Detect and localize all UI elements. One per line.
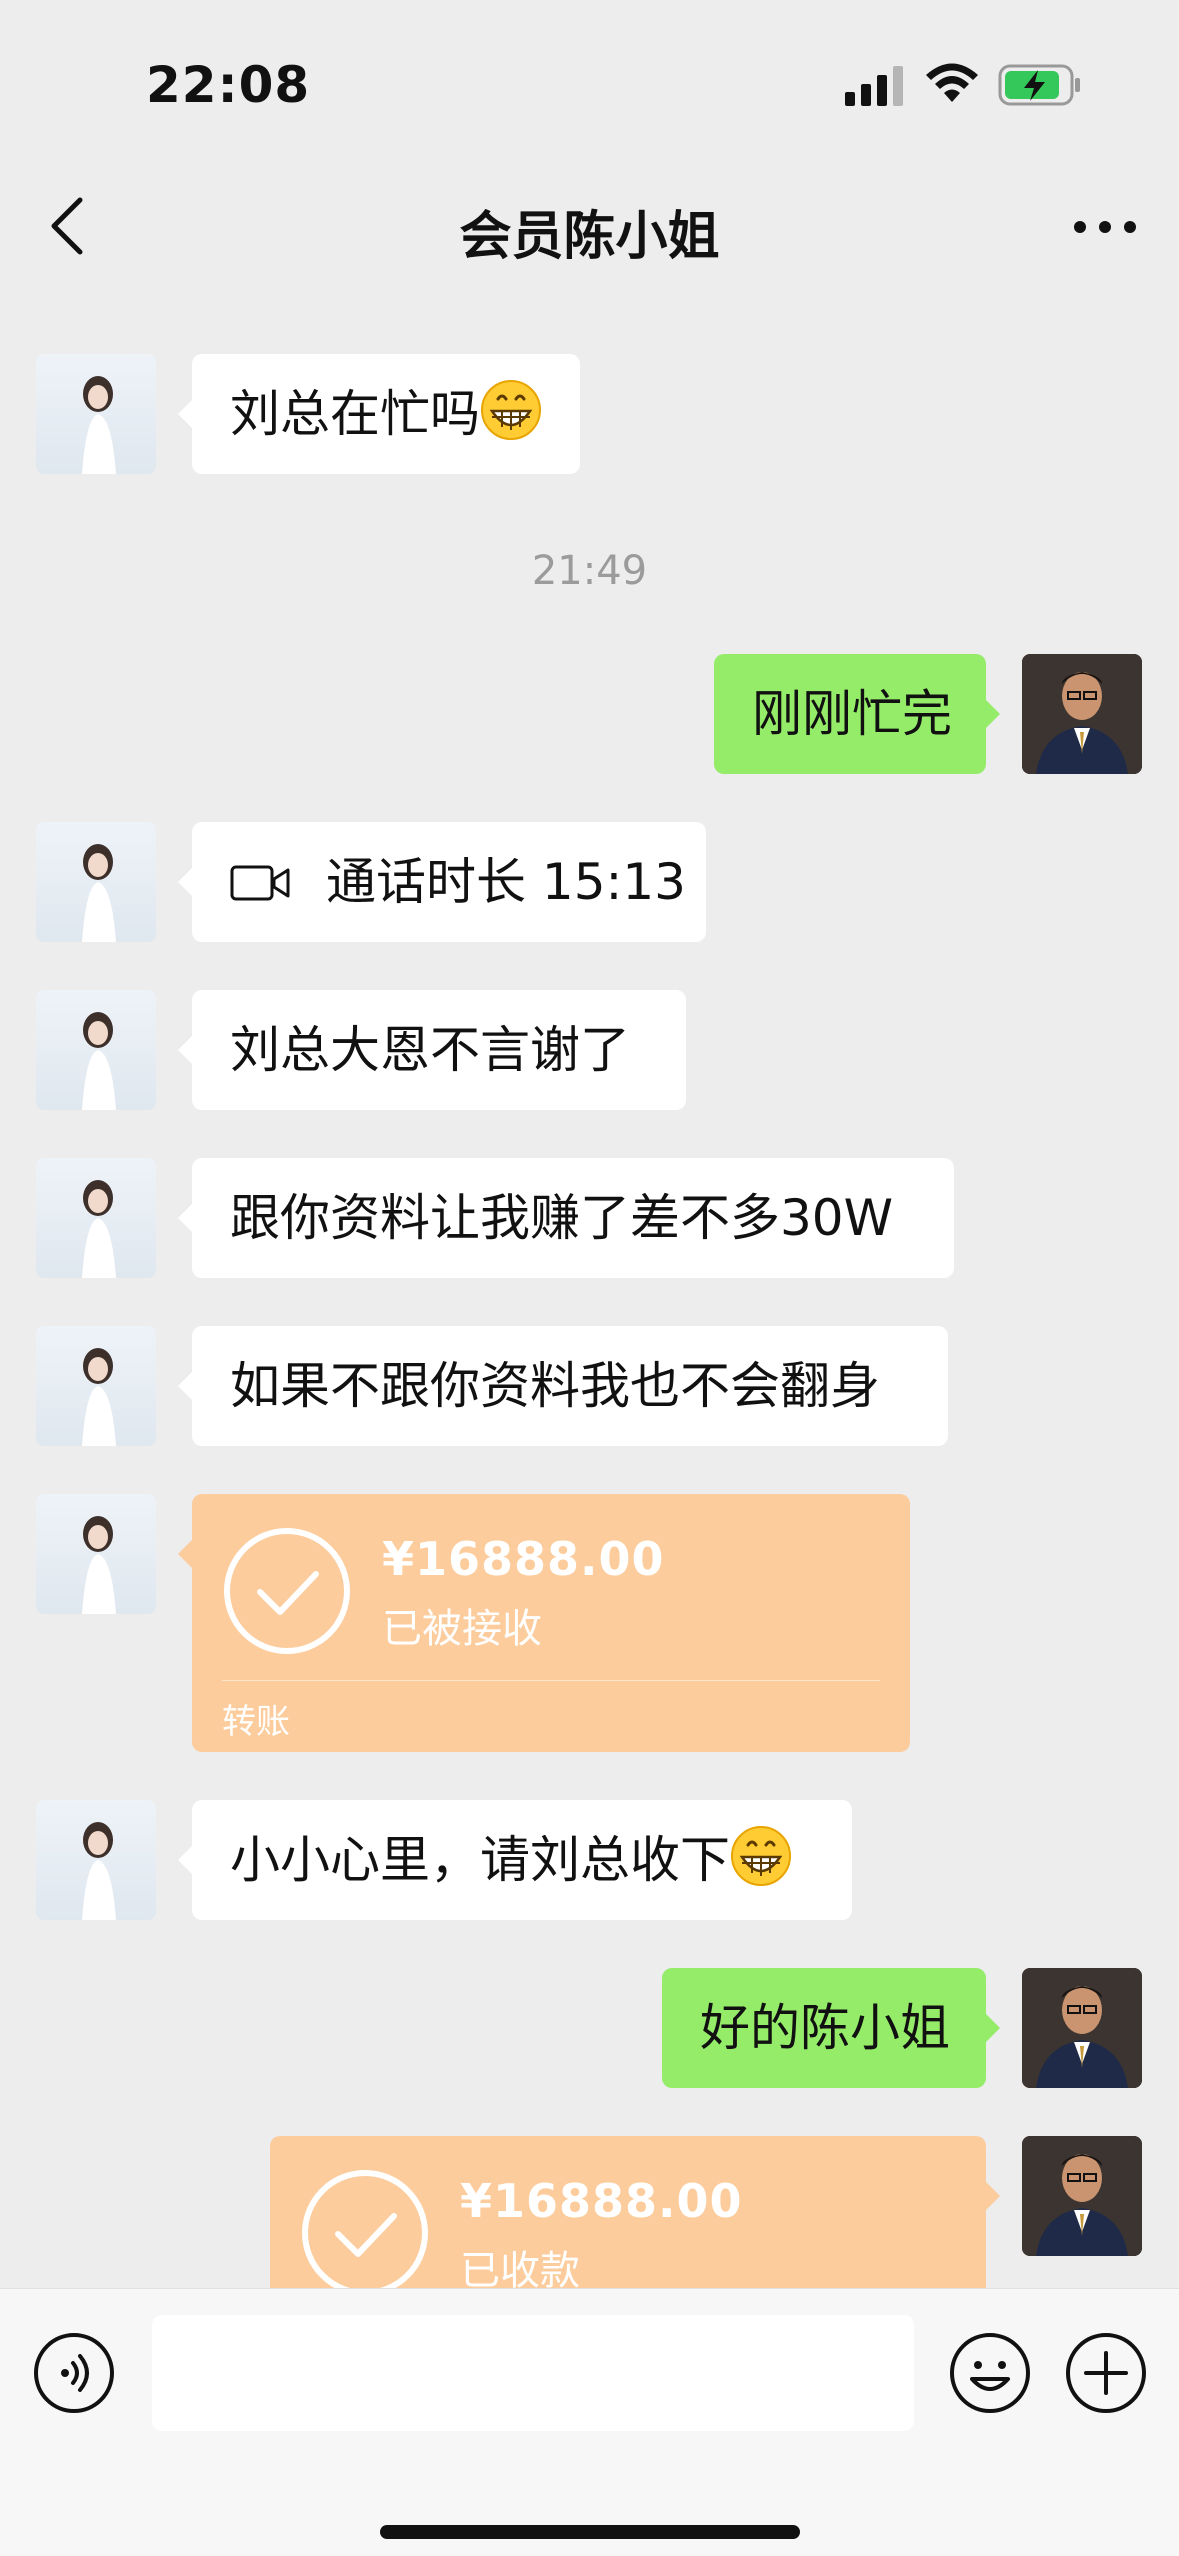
contact-avatar[interactable] bbox=[36, 990, 156, 1110]
transfer-status: 已被接收 bbox=[382, 1606, 542, 1652]
status-time: 22:08 bbox=[146, 56, 311, 114]
wifi-icon bbox=[926, 63, 978, 102]
message-text: 刘总在忙吗 bbox=[230, 385, 480, 443]
contact-avatar-image bbox=[82, 1822, 116, 1920]
message-input[interactable] bbox=[152, 2315, 914, 2431]
check-circle-icon bbox=[224, 1528, 350, 1654]
plus-icon[interactable] bbox=[1064, 2331, 1148, 2415]
signal-icon bbox=[845, 66, 903, 106]
message-bubble-received[interactable]: 小小心里，请刘总收下 bbox=[178, 1800, 852, 1920]
contact-avatar[interactable] bbox=[36, 1800, 156, 1920]
battery-charging-icon bbox=[998, 64, 1080, 106]
message-bubble-received[interactable]: 刘总大恩不言谢了 bbox=[178, 990, 686, 1110]
contact-avatar[interactable] bbox=[36, 822, 156, 942]
message-text: 刘总大恩不言谢了 bbox=[230, 1021, 630, 1079]
contact-avatar-image bbox=[82, 376, 116, 474]
my-avatar-image bbox=[1022, 1968, 1142, 2088]
message-text: 小小心里，请刘总收下 bbox=[230, 1831, 730, 1889]
my-avatar[interactable] bbox=[1022, 1968, 1142, 2088]
message-text: 刚刚忙完 bbox=[752, 685, 952, 743]
chat-title: 会员陈小姐 bbox=[459, 207, 720, 267]
input-bar bbox=[0, 2288, 1179, 2556]
my-avatar[interactable] bbox=[1022, 654, 1142, 774]
message-text: 好的陈小姐 bbox=[700, 1999, 950, 2057]
transfer-amount: ¥16888.00 bbox=[460, 2174, 743, 2228]
my-avatar[interactable] bbox=[1022, 2136, 1142, 2256]
chat-header: 会员陈小姐 bbox=[0, 150, 1179, 300]
contact-avatar-image bbox=[82, 1180, 116, 1278]
grin-emoji-icon bbox=[731, 1826, 791, 1886]
grin-emoji-icon bbox=[481, 380, 541, 440]
message-bubble-received[interactable]: 跟你资料让我赚了差不多30W bbox=[178, 1158, 954, 1278]
my-avatar-image bbox=[1022, 2136, 1142, 2256]
home-indicator bbox=[380, 2525, 800, 2539]
call-record-bubble[interactable]: 通话时长 15:13 bbox=[178, 822, 706, 942]
my-avatar-image bbox=[1022, 654, 1142, 774]
message-bubble-received[interactable]: 刘总在忙吗 bbox=[178, 354, 580, 474]
contact-avatar-image bbox=[82, 1012, 116, 1110]
contact-avatar[interactable] bbox=[36, 1494, 156, 1614]
status-bar: 22:08 bbox=[0, 0, 1179, 150]
message-bubble-sent[interactable]: 好的陈小姐 bbox=[662, 1968, 1000, 2088]
message-text: 跟你资料让我赚了差不多30W bbox=[230, 1189, 894, 1247]
message-timestamp: 21:49 bbox=[531, 548, 648, 594]
contact-avatar[interactable] bbox=[36, 1326, 156, 1446]
more-icon[interactable] bbox=[1070, 212, 1140, 242]
contact-avatar-image bbox=[82, 844, 116, 942]
check-circle-icon bbox=[302, 2170, 428, 2296]
message-text: 如果不跟你资料我也不会翻身 bbox=[230, 1357, 880, 1415]
transfer-card-received[interactable]: ¥16888.00 已被接收 转账 bbox=[178, 1494, 910, 1752]
contact-avatar[interactable] bbox=[36, 354, 156, 474]
contact-avatar[interactable] bbox=[36, 1158, 156, 1278]
emoji-icon[interactable] bbox=[948, 2331, 1032, 2415]
contact-avatar-image bbox=[82, 1348, 116, 1446]
call-duration-text: 通话时长 15:13 bbox=[326, 853, 686, 911]
message-bubble-sent[interactable]: 刚刚忙完 bbox=[714, 654, 1000, 774]
transfer-amount: ¥16888.00 bbox=[382, 1532, 665, 1586]
video-call-icon bbox=[230, 865, 290, 901]
voice-icon[interactable] bbox=[32, 2331, 116, 2415]
transfer-divider bbox=[222, 1680, 880, 1681]
message-bubble-received[interactable]: 如果不跟你资料我也不会翻身 bbox=[178, 1326, 948, 1446]
transfer-label: 转账 bbox=[222, 1702, 290, 1742]
contact-avatar-image bbox=[82, 1516, 116, 1614]
